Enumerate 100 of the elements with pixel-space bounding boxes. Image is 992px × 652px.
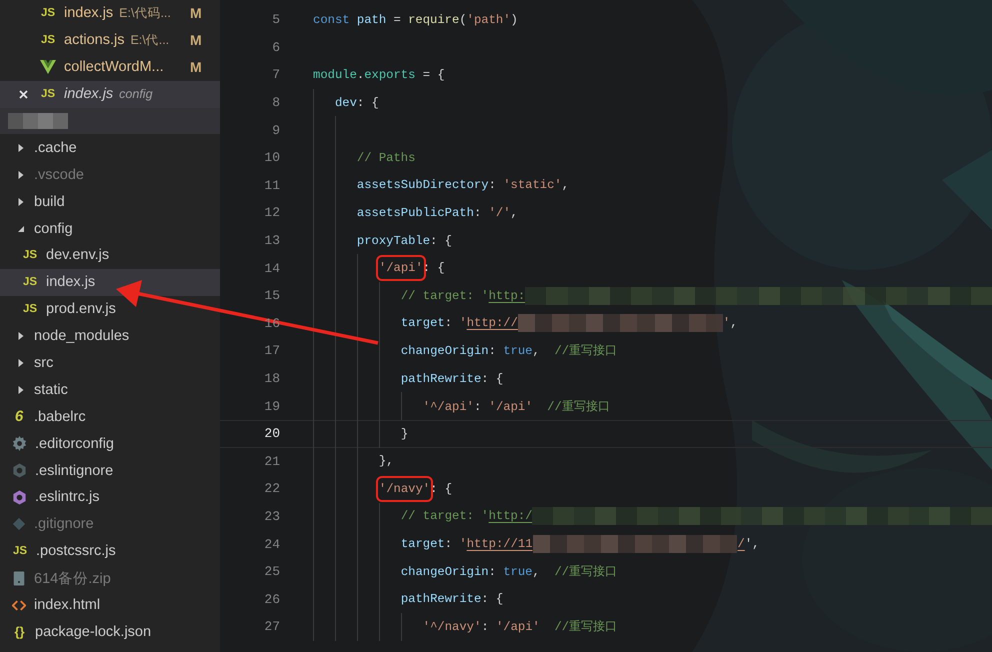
- close-icon[interactable]: [19, 90, 28, 99]
- code-brackets-icon: [12, 600, 26, 611]
- code-text: changeOrigin: true, //重写接口: [400, 564, 618, 580]
- folder-name[interactable]: node_modules: [34, 328, 130, 344]
- line-number: 21: [263, 454, 280, 469]
- file-name[interactable]: .gitignore: [34, 516, 94, 532]
- gear-icon: [12, 436, 27, 452]
- code-text: const path = require('path'): [313, 12, 518, 27]
- line-number: 14: [263, 260, 280, 276]
- js-file-icon: JS: [22, 276, 38, 288]
- file-name[interactable]: index.html: [34, 597, 100, 614]
- js-file-icon: JS: [40, 34, 56, 46]
- hexagon-icon: [12, 490, 27, 505]
- js-file-icon: JS: [40, 88, 56, 100]
- line-number: 24: [263, 536, 280, 552]
- file-name[interactable]: index.js: [64, 5, 114, 22]
- js-file-icon: JS: [22, 303, 38, 316]
- file-name[interactable]: collectWordM...: [64, 59, 164, 76]
- line-number: 25: [263, 564, 280, 580]
- collapsed-caret-icon[interactable]: [17, 144, 25, 152]
- code-text: ',: [722, 316, 738, 330]
- folder-name[interactable]: build: [34, 194, 65, 210]
- status-label: M: [190, 5, 202, 22]
- code-text: // target: 'http:: [400, 288, 526, 303]
- file-name[interactable]: .editorconfig: [35, 436, 114, 452]
- js-file-icon: JS: [22, 249, 38, 262]
- v-shape-icon: [40, 60, 56, 74]
- file-name[interactable]: prod.env.js: [46, 301, 116, 318]
- line-number: 11: [263, 178, 280, 193]
- file-name[interactable]: actions.js: [64, 32, 124, 48]
- collapsed-caret-icon[interactable]: [17, 359, 25, 368]
- folder-name[interactable]: .cache: [34, 140, 77, 156]
- diamond-icon: [12, 517, 26, 532]
- line-number: 10: [263, 150, 280, 166]
- code-text: changeOrigin: true, //重写接口: [400, 343, 618, 360]
- code-text: proxyTable: {: [356, 234, 452, 248]
- archive-icon: [12, 570, 26, 586]
- code-text: // target: 'http:/: [400, 509, 532, 524]
- code-text: module.exports = {: [313, 68, 445, 82]
- code-text: },: [378, 454, 394, 468]
- file-name[interactable]: dev.env.js: [46, 247, 110, 264]
- line-number: 5: [271, 12, 280, 28]
- code-text: pathRewrite: {: [400, 592, 504, 606]
- line-number: 6: [271, 40, 280, 55]
- collapsed-caret-icon[interactable]: [17, 332, 25, 340]
- file-name[interactable]: index.js: [46, 274, 96, 290]
- line-number: 7: [271, 67, 280, 82]
- folder-name[interactable]: config: [34, 220, 73, 237]
- file-name[interactable]: .eslintignore: [35, 462, 114, 479]
- collapsed-caret-icon[interactable]: [17, 198, 25, 206]
- file-name[interactable]: index.js: [64, 86, 114, 102]
- collapsed-caret-icon[interactable]: [17, 170, 25, 179]
- line-number: 12: [263, 205, 280, 220]
- code-text: /',: [738, 537, 760, 552]
- line-number: 23: [263, 508, 280, 524]
- code-text: target: 'http://: [400, 316, 518, 330]
- js-file-icon: JS: [12, 545, 28, 558]
- line-number: 18: [263, 371, 280, 386]
- line-number: 8: [271, 95, 280, 110]
- collapsed-caret-icon[interactable]: [17, 386, 25, 394]
- folder-name[interactable]: .vscode: [34, 166, 84, 183]
- code-text: dev: {: [334, 96, 379, 110]
- line-number: 20: [263, 426, 280, 442]
- line-number: 9: [271, 122, 280, 138]
- js-file-icon: JS: [40, 7, 56, 20]
- line-number: 17: [263, 343, 280, 358]
- file-path: E:\代...: [130, 32, 170, 49]
- code-text: // Paths: [356, 150, 416, 165]
- code-text: target: 'http://11: [400, 537, 533, 552]
- code-text: : {: [430, 482, 452, 496]
- file-path: config: [119, 87, 153, 102]
- highlighted-code: '/navy': [378, 478, 430, 499]
- status-label: M: [190, 59, 202, 76]
- code-text: assetsSubDirectory: 'static',: [356, 178, 570, 192]
- file-name[interactable]: package-lock.json: [35, 624, 152, 640]
- file-name[interactable]: .postcssrc.js: [36, 543, 116, 560]
- code-text: : {: [422, 261, 445, 276]
- expanded-caret-icon[interactable]: [17, 224, 25, 233]
- line-number: 19: [263, 398, 280, 414]
- file-path: E:\代码...: [119, 4, 171, 22]
- code-text: '^/navy': '/api' //重写接口: [422, 619, 618, 636]
- json-file-icon: {}: [12, 624, 27, 640]
- file-name[interactable]: .eslintrc.js: [35, 489, 100, 506]
- folder-name[interactable]: src: [34, 355, 54, 372]
- line-number: 26: [263, 592, 280, 607]
- code-text: '^/api': '/api' //重写接口: [422, 398, 610, 415]
- code-text: assetsPublicPath: '/',: [356, 206, 518, 220]
- line-number: 13: [263, 233, 280, 248]
- code-text: pathRewrite: {: [400, 372, 504, 386]
- folder-name[interactable]: static: [34, 382, 68, 398]
- line-number: 27: [263, 619, 280, 634]
- status-label: M: [190, 32, 202, 48]
- highlighted-code: '/api': [378, 258, 423, 278]
- line-number: 22: [263, 481, 280, 496]
- line-number: 15: [263, 288, 280, 304]
- file-name[interactable]: .babelrc: [34, 408, 86, 425]
- file-name[interactable]: 614备份.zip: [34, 568, 111, 588]
- babel-file-icon: 6: [12, 408, 26, 426]
- code-text: }: [400, 426, 408, 441]
- hexagon-icon: [12, 463, 27, 478]
